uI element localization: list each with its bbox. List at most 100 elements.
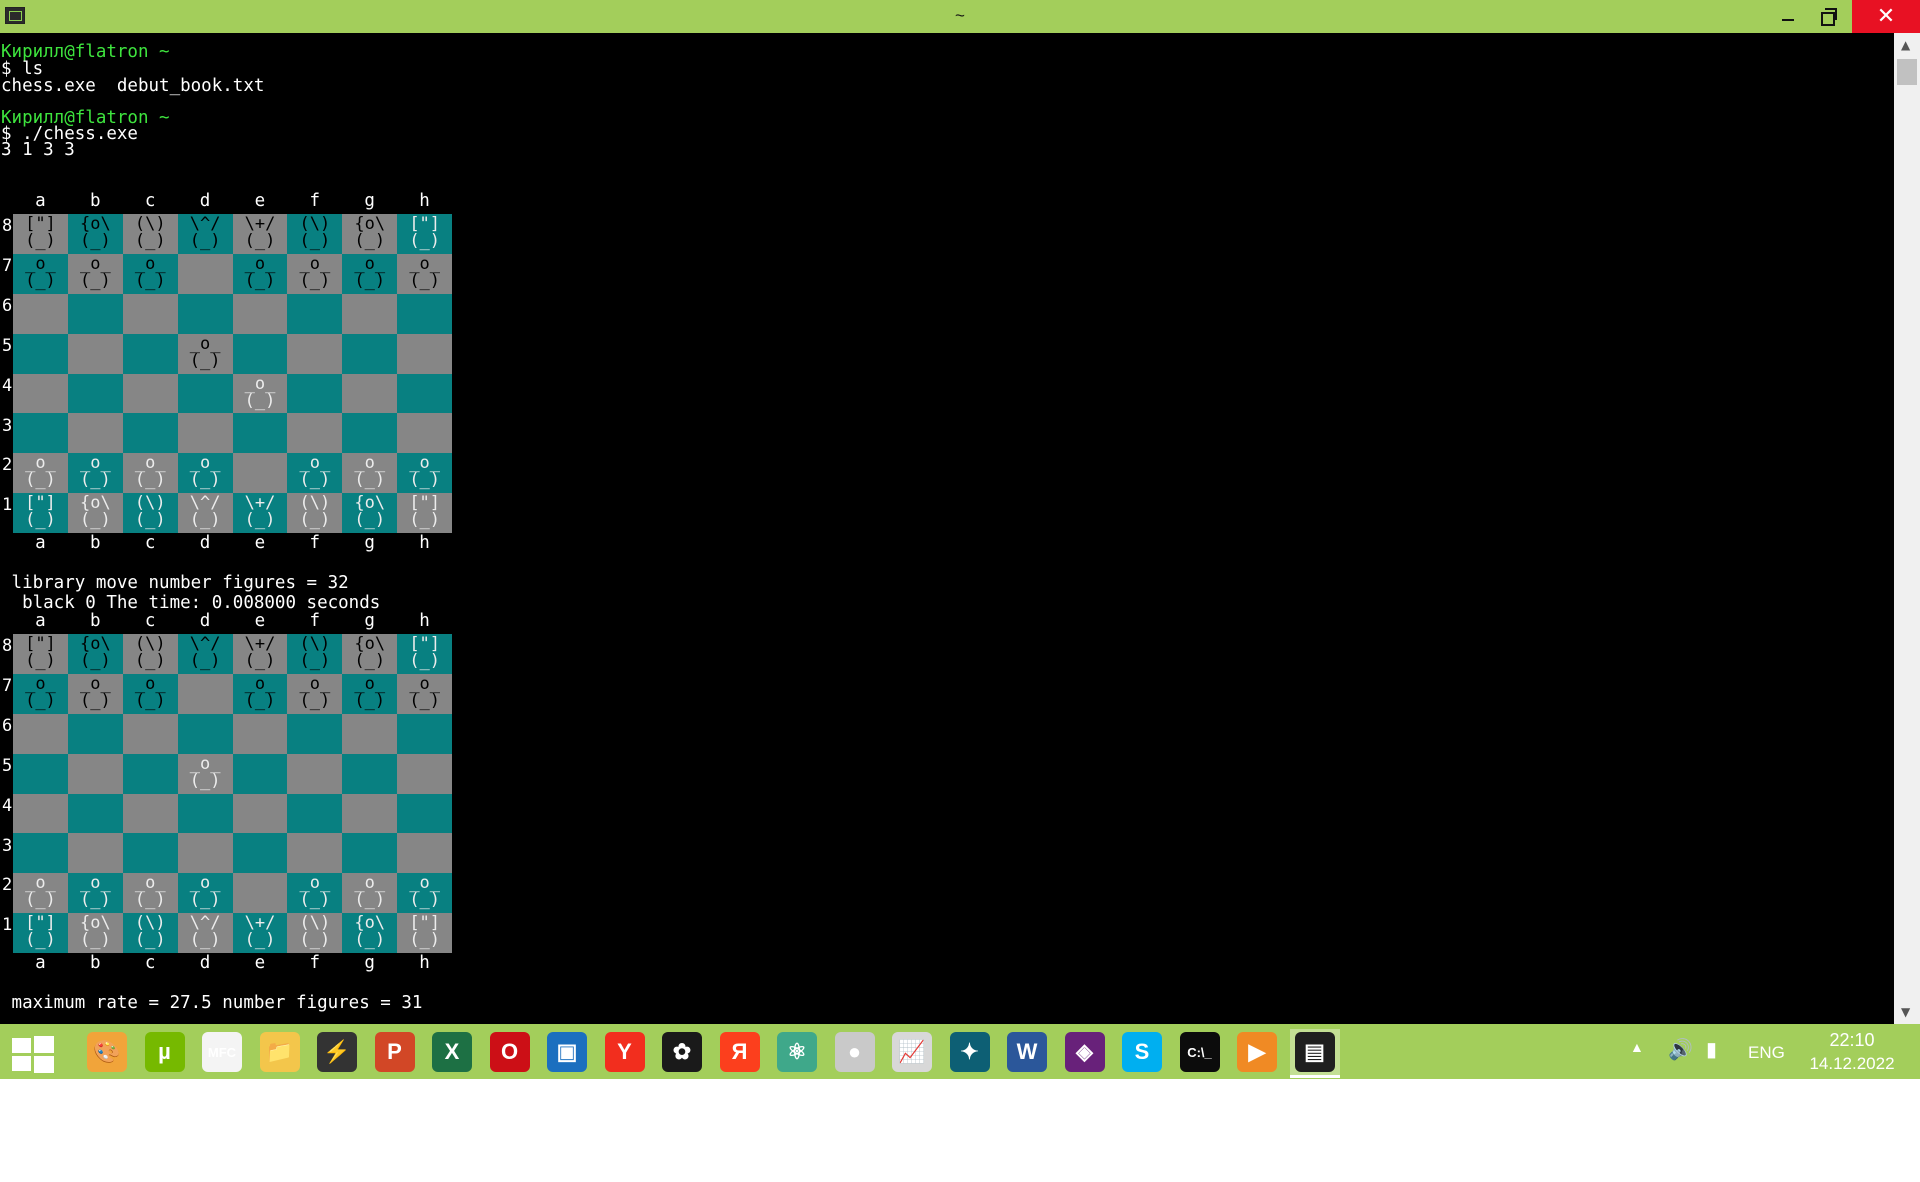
board-square: [13, 293, 68, 334]
white-pawn-piece: _o_ (_): [244, 373, 276, 411]
utorrent-taskbar-button[interactable]: µ: [140, 1029, 190, 1075]
black-king-piece: \+/ (_): [244, 634, 276, 671]
board-square: [122, 293, 178, 334]
file-label: a: [35, 533, 46, 553]
system-monitor-taskbar-button[interactable]: 📈: [887, 1029, 937, 1075]
board-square: [67, 333, 123, 374]
board-square: _o_ (_): [177, 333, 233, 374]
board-square: _o_ (_): [13, 253, 68, 294]
cmd-icon: C:\_: [1179, 1032, 1220, 1072]
black-pawn-piece: _o_ (_): [354, 673, 386, 711]
terminal-scrollbar[interactable]: ▲ ▼: [1894, 33, 1920, 1024]
board-square: [397, 753, 453, 794]
board-square: [287, 293, 343, 334]
skype-taskbar-button[interactable]: S: [1117, 1029, 1167, 1075]
file-label: f: [309, 611, 321, 631]
system-monitor-icon: 📈: [892, 1032, 932, 1072]
white-bishop-piece: (\) (_): [134, 913, 166, 951]
terminal-output[interactable]: Кирилл@flatron ~ $ ls chess.exe debut_bo…: [0, 33, 1894, 1024]
info-line-2: black 0 The time: 0.008000 seconds: [1, 593, 381, 613]
icq-icon: ✿: [662, 1032, 702, 1072]
winamp-taskbar-button[interactable]: ⚡: [312, 1029, 362, 1075]
file-label: g: [364, 533, 375, 553]
board-square: _o_ (_): [177, 873, 233, 914]
board-square: [122, 833, 178, 874]
black-knight-piece: {o\ (_): [79, 214, 111, 251]
scroll-down-arrow-icon[interactable]: ▼: [1901, 1005, 1910, 1019]
board-square: [177, 253, 233, 294]
black-pawn-piece: _o_ (_): [299, 673, 331, 711]
board-square: _o_ (_): [397, 673, 453, 714]
file-label: d: [199, 953, 211, 973]
word-icon: W: [1007, 1032, 1047, 1072]
rank-label: 2: [2, 455, 13, 476]
board-square: [177, 673, 233, 714]
board-square: [232, 413, 288, 454]
maple-taskbar-button[interactable]: ✦: [945, 1029, 995, 1075]
opera-taskbar-button[interactable]: O: [485, 1029, 535, 1075]
board-square: _o_ (_): [397, 253, 453, 294]
board-square: [122, 333, 178, 374]
board-square: _o_ (_): [67, 873, 123, 914]
black-bishop-piece: (\) (_): [134, 214, 166, 251]
windows-start-button[interactable]: [12, 1036, 54, 1073]
white-pawn-piece: _o_ (_): [25, 453, 56, 491]
white-pawn-piece: _o_ (_): [134, 453, 166, 491]
scrollbar-thumb[interactable]: [1897, 59, 1917, 85]
white-pawn-piece: _o_ (_): [299, 453, 331, 491]
board-square: _o_ (_): [122, 873, 178, 914]
black-pawn-piece: _o_ (_): [134, 673, 166, 711]
board-square: [397, 713, 453, 754]
yandex-browser-icon: Y: [604, 1032, 645, 1072]
yandex-browser-taskbar-button[interactable]: Y: [600, 1029, 650, 1075]
file-explorer-taskbar-button[interactable]: 📁: [255, 1029, 305, 1075]
maximize-button[interactable]: [1805, 0, 1851, 33]
mintty-taskbar-button[interactable]: ▤: [1289, 1029, 1340, 1078]
white-knight-piece: {o\ (_): [79, 493, 111, 531]
virtualbox-taskbar-button[interactable]: ▣: [542, 1029, 592, 1075]
board-square: [397, 373, 453, 414]
cmd-taskbar-button[interactable]: C:\_: [1175, 1029, 1225, 1075]
file-label: d: [199, 191, 211, 211]
board-square: _o_ (_): [122, 253, 178, 294]
icq-taskbar-button[interactable]: ✿: [657, 1029, 707, 1075]
white-rook-piece: ["] (_): [25, 913, 56, 951]
yandex-taskbar-button[interactable]: Я: [715, 1029, 765, 1075]
file-label: e: [254, 533, 266, 553]
black-pawn-piece: _o_ (_): [244, 253, 276, 291]
recorder-taskbar-button[interactable]: ●: [830, 1029, 880, 1075]
board-square: ["] (_): [13, 214, 68, 254]
file-label: h: [419, 953, 430, 973]
board-square: {o\ (_): [342, 493, 398, 534]
board-square: [342, 713, 398, 754]
minimize-button[interactable]: [1764, 0, 1810, 33]
white-bishop-piece: (\) (_): [134, 493, 166, 531]
rank-label: 3: [2, 835, 13, 856]
paint-taskbar-button[interactable]: 🎨: [82, 1029, 132, 1075]
board-square: _o_ (_): [232, 373, 288, 414]
powerpoint-taskbar-button[interactable]: P: [370, 1029, 420, 1075]
close-button[interactable]: ✕: [1852, 0, 1920, 33]
board-square: [177, 793, 233, 834]
board-square: [232, 713, 288, 754]
rank-label: 4: [2, 375, 13, 396]
visual-studio-taskbar-button[interactable]: ◈: [1060, 1029, 1110, 1075]
word-taskbar-button[interactable]: W: [1002, 1029, 1052, 1075]
file-label: a: [35, 953, 46, 973]
excel-taskbar-button[interactable]: X: [427, 1029, 477, 1075]
board-square: [122, 413, 178, 454]
board-square: ["] (_): [397, 493, 453, 534]
board-square: [397, 333, 453, 374]
media-player-taskbar-button[interactable]: ▶: [1232, 1029, 1282, 1075]
board-square: [342, 333, 398, 374]
mfc-taskbar-button[interactable]: MFC: [197, 1029, 247, 1075]
board-square: _o_ (_): [13, 673, 68, 714]
terminal-app-icon[interactable]: [5, 7, 25, 24]
atom-icon: ⚛: [777, 1032, 817, 1072]
board-square: [397, 793, 453, 834]
board-square: (\) (_): [287, 214, 343, 254]
atom-taskbar-button[interactable]: ⚛: [772, 1029, 822, 1075]
scroll-up-arrow-icon[interactable]: ▲: [1901, 38, 1910, 52]
window-title: ~: [955, 6, 965, 25]
board-square: ["] (_): [397, 913, 453, 954]
